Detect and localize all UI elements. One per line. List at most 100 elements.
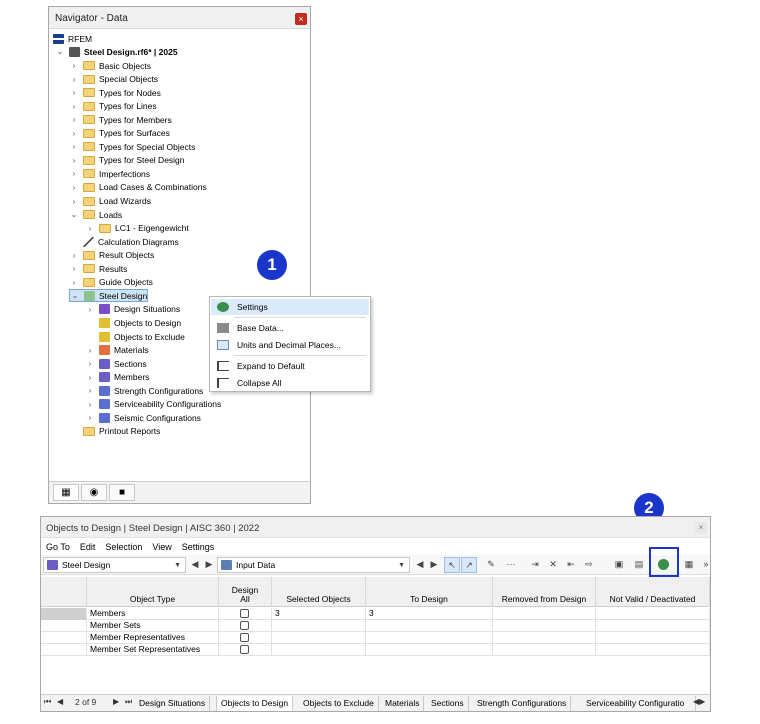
chevron-right-icon[interactable]: ›	[69, 115, 79, 124]
tree-item[interactable]: › Types for Surfaces	[69, 127, 170, 140]
table-row[interactable]: Member Representatives	[41, 632, 710, 644]
move-icon[interactable]: ⇨	[581, 557, 597, 573]
design-all-checkbox[interactable]	[240, 609, 249, 618]
menu-selection[interactable]: Selection	[105, 542, 142, 552]
menu-settings[interactable]: Settings	[182, 542, 215, 552]
chevron-right-icon[interactable]: ›	[85, 413, 95, 422]
tree-item[interactable]: › Seismic Configurations	[85, 411, 201, 424]
menu-item-units[interactable]: Units and Decimal Places...	[211, 337, 369, 353]
tree-item[interactable]: › Imperfections	[69, 167, 150, 180]
next-page-icon[interactable]: ▶	[113, 697, 119, 706]
filter-icon[interactable]: ⇤	[563, 557, 579, 573]
tree-item[interactable]: › Special Objects	[69, 73, 158, 86]
chevron-right-icon[interactable]: ›	[69, 102, 79, 111]
tab-serviceability-configuratio[interactable]: Serviceability Configuratio	[582, 696, 696, 711]
tree-item[interactable]: › Types for Lines	[69, 100, 157, 113]
chevron-right-icon[interactable]: ›	[69, 61, 79, 70]
chevron-right-icon[interactable]: ›	[69, 129, 79, 138]
tab-sections[interactable]: Sections	[427, 696, 469, 711]
menu-item-base-data[interactable]: Base Data...	[211, 320, 369, 336]
close-icon[interactable]: ×	[695, 522, 707, 534]
tree-item[interactable]: Objects to Exclude	[85, 330, 185, 343]
column-header[interactable]: Removed from Design	[493, 577, 596, 607]
menu-item-collapse[interactable]: Collapse All	[211, 375, 369, 391]
tree-item[interactable]: › Strength Configurations	[85, 384, 203, 397]
table-row[interactable]: Member Sets	[41, 620, 710, 632]
camera-tab-icon[interactable]: ■	[109, 484, 135, 501]
chevron-right-icon[interactable]: ›	[85, 305, 95, 314]
tree-item[interactable]: › Load Wizards	[69, 195, 151, 208]
chevron-right-icon[interactable]: ›	[69, 142, 79, 151]
row-header[interactable]	[41, 632, 87, 644]
export-icon[interactable]: ⇥	[527, 557, 543, 573]
xxx-icon[interactable]: ⋯	[503, 557, 519, 573]
more-icon[interactable]: »	[698, 557, 714, 573]
chevron-right-icon[interactable]: ›	[69, 156, 79, 165]
first-page-icon[interactable]: ⏮	[44, 697, 51, 707]
chevron-down-icon[interactable]: ⌄	[55, 47, 65, 56]
menu-item-settings[interactable]: Settings	[211, 299, 369, 315]
tree-item[interactable]: Calculation Diagrams	[69, 235, 179, 248]
menu-edit[interactable]: Edit	[80, 542, 96, 552]
prev-page-icon[interactable]: ◀	[57, 697, 63, 706]
chevron-right-icon[interactable]: ›	[85, 359, 95, 368]
row-header[interactable]	[41, 620, 87, 632]
design-all-checkbox[interactable]	[240, 633, 249, 642]
tree-item-steel-design[interactable]: ⌄ Steel Design	[69, 289, 149, 303]
chevron-right-icon[interactable]: ›	[85, 400, 95, 409]
pick-icon[interactable]: ✎	[483, 557, 499, 573]
tree-item[interactable]: › Types for Members	[69, 113, 172, 126]
module-select[interactable]: Steel Design ▼	[43, 557, 186, 573]
column-header[interactable]: Selected Objects	[272, 577, 366, 607]
chevron-down-icon[interactable]: ⌄	[69, 210, 79, 219]
chevron-right-icon[interactable]: ›	[69, 264, 79, 273]
calendar-icon[interactable]: ▦	[681, 557, 697, 573]
tab-design-situations[interactable]: Design Situations	[135, 696, 211, 711]
select-multi-icon[interactable]: ↗	[461, 557, 477, 573]
tree-root[interactable]: RFEM	[53, 32, 92, 45]
tree-item[interactable]: › Results	[69, 262, 128, 275]
data-tab-icon[interactable]: ▦	[53, 484, 79, 501]
tree-item[interactable]: › Materials	[85, 344, 148, 357]
tree-item[interactable]: › Sections	[85, 357, 147, 370]
chevron-right-icon[interactable]: ›	[85, 386, 95, 395]
tree-project[interactable]: ⌄ Steel Design.rf6* | 2025	[55, 45, 178, 58]
menu-go-to[interactable]: Go To	[46, 542, 70, 552]
chevron-right-icon[interactable]: ›	[85, 346, 95, 355]
tab-objects-to-design[interactable]: Objects to Design	[216, 696, 294, 711]
next-arrow-icon[interactable]: ▶	[426, 557, 442, 573]
tree-item[interactable]: › Members	[85, 371, 149, 384]
tree-item[interactable]: › Guide Objects	[69, 276, 153, 289]
chevron-right-icon[interactable]: ›	[69, 251, 79, 260]
column-header[interactable]: Design All	[219, 577, 272, 607]
tree-item[interactable]: Objects to Design	[85, 316, 181, 329]
tab-objects-to-exclude[interactable]: Objects to Exclude	[299, 696, 379, 711]
data-select[interactable]: Input Data ▼	[217, 557, 410, 573]
selected-objects-cell[interactable]	[272, 644, 366, 656]
tree-item[interactable]: Printout Reports	[69, 425, 160, 438]
chevron-right-icon[interactable]: ›	[69, 75, 79, 84]
tree-item[interactable]: › Types for Special Objects	[69, 140, 196, 153]
tree-item[interactable]: › Design Situations	[85, 303, 180, 316]
row-header[interactable]	[41, 608, 87, 620]
chevron-right-icon[interactable]: ›	[69, 169, 79, 178]
column-header[interactable]: Not Valid / Deactivated	[596, 577, 710, 607]
tab-materials[interactable]: Materials	[381, 696, 425, 711]
last-page-icon[interactable]: ⏭	[125, 697, 132, 707]
remove-icon[interactable]: ✕	[545, 557, 561, 573]
selected-objects-cell[interactable]: 3	[272, 608, 366, 620]
design-all-checkbox[interactable]	[240, 621, 249, 630]
tree-item[interactable]: › Types for Nodes	[69, 86, 161, 99]
menu-view[interactable]: View	[152, 542, 171, 552]
row-header[interactable]	[41, 644, 87, 656]
selected-objects-cell[interactable]	[272, 620, 366, 632]
tree-item[interactable]: › Basic Objects	[69, 59, 151, 72]
close-icon[interactable]: ×	[295, 13, 307, 25]
view-icon[interactable]: ▣	[611, 557, 627, 573]
selected-objects-cell[interactable]	[272, 632, 366, 644]
next-arrow-icon[interactable]: ▶	[201, 557, 217, 573]
menu-item-expand[interactable]: Expand to Default	[211, 358, 369, 374]
column-header[interactable]: To Design	[366, 577, 493, 607]
tab-strength-configurations[interactable]: Strength Configurations	[473, 696, 572, 711]
view-tab-icon[interactable]: ◉	[81, 484, 107, 501]
